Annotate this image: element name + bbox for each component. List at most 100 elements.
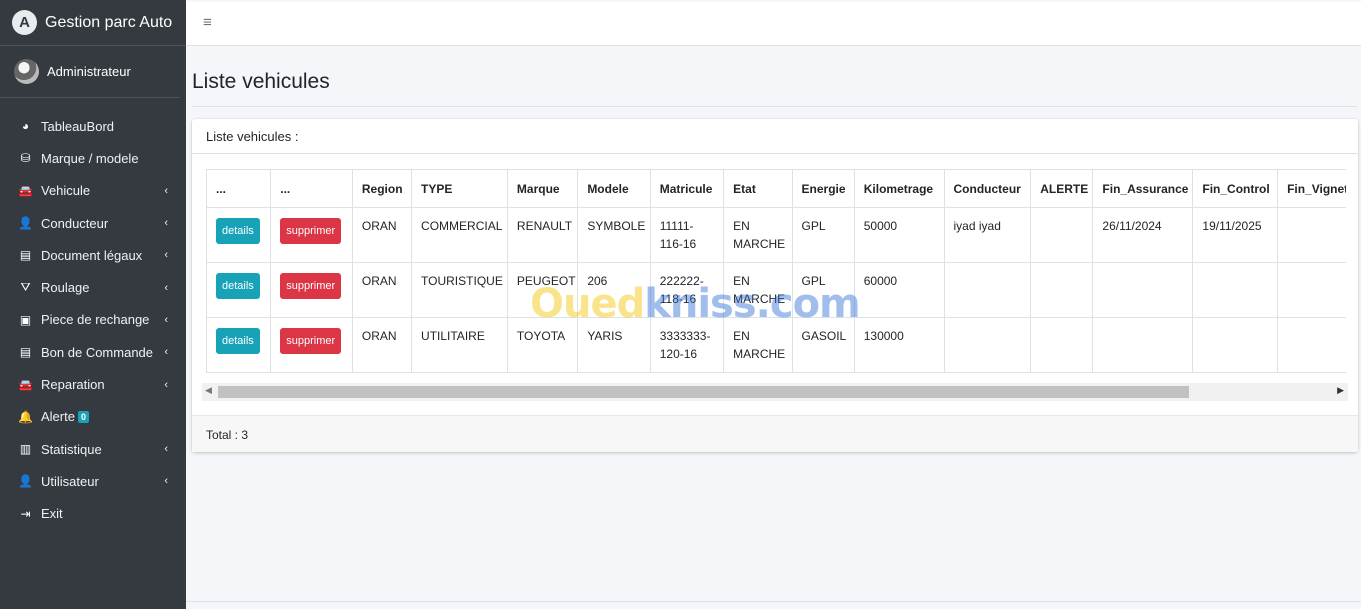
details-button[interactable]: details bbox=[216, 328, 260, 354]
bell-icon: 🔔 bbox=[18, 409, 33, 424]
column-header[interactable]: Region bbox=[351, 169, 413, 208]
sidebar: A Gestion parc Auto Administrateur ◕ Tabl… bbox=[0, 0, 186, 609]
cell-marque: RENAULT bbox=[506, 207, 579, 263]
column-header[interactable]: Fin_Control bbox=[1192, 169, 1279, 208]
sidebar-item-statistique[interactable]: ▥ Statistique ‹ bbox=[0, 433, 186, 465]
delete-button[interactable]: supprimer bbox=[280, 218, 342, 244]
road-icon: ⛛ bbox=[20, 280, 31, 295]
brand-link[interactable]: A Gestion parc Auto bbox=[0, 0, 186, 46]
table-row: details supprimer ORAN COMMERCIAL RENAULT SYM… bbox=[206, 207, 1346, 263]
menu-toggle-icon[interactable]: ≡ bbox=[203, 14, 212, 31]
tachometer-icon: ◕ bbox=[21, 119, 30, 134]
column-header[interactable]: Kilometrage bbox=[853, 169, 945, 208]
user-icon: 👤 bbox=[18, 474, 33, 489]
sidebar-item-exit[interactable]: ⇥ Exit bbox=[0, 498, 186, 530]
details-button[interactable]: details bbox=[216, 273, 260, 299]
cell-region: ORAN bbox=[351, 262, 413, 318]
user-icon: 👤 bbox=[18, 216, 33, 231]
sidebar-item-piece-de-rechange[interactable]: ▣ Piece de rechange ‹ bbox=[0, 304, 186, 336]
sidebar-item-label: Utilisateur bbox=[41, 473, 99, 489]
cell-conducteur bbox=[943, 262, 1032, 318]
cell-type: UTILITAIRE bbox=[411, 317, 508, 373]
horizontal-scrollbar[interactable]: ◀ ▶ bbox=[202, 383, 1348, 401]
chevron-left-icon: ‹ bbox=[164, 249, 168, 262]
column-header[interactable]: Conducteur bbox=[943, 169, 1032, 208]
file-icon: ▤ bbox=[19, 248, 32, 263]
cell-region: ORAN bbox=[351, 207, 413, 263]
column-header[interactable]: Modele bbox=[577, 169, 651, 208]
cell-conducteur: iyad iyad bbox=[943, 207, 1032, 263]
user-name: Administrateur bbox=[47, 64, 131, 79]
scroll-right-icon[interactable]: ▶ bbox=[1337, 385, 1344, 396]
user-panel[interactable]: Administrateur bbox=[0, 46, 180, 98]
database-icon: ⛁ bbox=[20, 151, 31, 166]
card-footer: Total : 3 bbox=[192, 415, 1358, 452]
table-cell: details bbox=[206, 262, 272, 318]
car-icon: 🚘 bbox=[18, 377, 33, 392]
chevron-left-icon: ‹ bbox=[164, 443, 168, 456]
car-icon: 🚘 bbox=[18, 183, 33, 198]
column-header[interactable]: ... bbox=[270, 169, 353, 208]
scrollbar-thumb[interactable] bbox=[218, 386, 1189, 398]
delete-button[interactable]: supprimer bbox=[280, 273, 342, 299]
cell-fin-assurance bbox=[1092, 262, 1194, 318]
avatar bbox=[14, 59, 39, 84]
column-header[interactable]: Matricule bbox=[649, 169, 725, 208]
chevron-left-icon: ‹ bbox=[164, 346, 168, 359]
cell-alerte bbox=[1030, 317, 1094, 373]
chevron-left-icon: ‹ bbox=[164, 475, 168, 488]
page-title: Liste vehicules bbox=[192, 70, 330, 93]
card-header: Liste vehicules : bbox=[192, 119, 1358, 154]
sidebar-item-label: Vehicule bbox=[41, 183, 91, 199]
watermark-logo: Ouedkniss.com bbox=[530, 281, 861, 327]
column-header[interactable]: Etat bbox=[723, 169, 793, 208]
details-button[interactable]: details bbox=[216, 218, 260, 244]
sidebar-item-utilisateur[interactable]: 👤 Utilisateur ‹ bbox=[0, 465, 186, 497]
cell-etat: EN MARCHE bbox=[723, 207, 793, 263]
footer-divider bbox=[186, 601, 1361, 602]
sidebar-item-label: Statistique bbox=[41, 441, 102, 457]
cell-type: TOURISTIQUE bbox=[411, 262, 508, 318]
brand-title: Gestion parc Auto bbox=[45, 13, 173, 31]
sidebar-item-reparation[interactable]: 🚘 Reparation ‹ bbox=[0, 368, 186, 400]
column-header[interactable]: ALERTE bbox=[1030, 169, 1094, 208]
delete-button[interactable]: supprimer bbox=[280, 328, 342, 354]
sidebar-item-bon-de-commande[interactable]: ▤ Bon de Commande ‹ bbox=[0, 336, 186, 368]
toolbox-icon: ▣ bbox=[19, 312, 32, 327]
divider bbox=[192, 106, 1357, 107]
sidebar-item-label: Document légaux bbox=[41, 247, 143, 263]
file-icon: ▤ bbox=[19, 345, 32, 360]
sidebar-item-document-l-gaux[interactable]: ▤ Document légaux ‹ bbox=[0, 239, 186, 271]
cell-alerte bbox=[1030, 207, 1094, 263]
cell-fin-control bbox=[1192, 317, 1279, 373]
alert-count-badge: 0 bbox=[77, 410, 89, 423]
sidebar-nav: ◕ TableauBord ⛁ Marque / modele 🚘 Vehicule ‹ 👤 C… bbox=[0, 98, 186, 530]
scroll-left-icon[interactable]: ◀ bbox=[205, 385, 212, 396]
sidebar-item-conducteur[interactable]: 👤 Conducteur ‹ bbox=[0, 207, 186, 239]
table-cell: supprimer bbox=[270, 317, 353, 373]
cell-fin-vignette bbox=[1277, 262, 1346, 318]
sidebar-item-label: Roulage bbox=[41, 280, 90, 296]
sidebar-item-label: Alerte bbox=[41, 409, 75, 425]
table-cell: details bbox=[206, 207, 272, 263]
cell-energie: GPL bbox=[791, 207, 855, 263]
sidebar-item-tableaubord[interactable]: ◕ TableauBord bbox=[0, 110, 186, 142]
cell-conducteur bbox=[943, 317, 1032, 373]
sidebar-item-roulage[interactable]: ⛛ Roulage ‹ bbox=[0, 271, 186, 303]
column-header[interactable]: Fin_Vignette bbox=[1277, 169, 1346, 208]
column-header[interactable]: ... bbox=[206, 169, 272, 208]
sidebar-item-label: Bon de Commande bbox=[41, 344, 154, 360]
cell-km: 60000 bbox=[853, 262, 945, 318]
sidebar-item-vehicule[interactable]: 🚘 Vehicule ‹ bbox=[0, 175, 186, 207]
cell-alerte bbox=[1030, 262, 1094, 318]
cell-fin-control: 19/11/2025 bbox=[1192, 207, 1279, 263]
column-header[interactable]: Fin_Assurance bbox=[1092, 169, 1194, 208]
column-header[interactable]: TYPE bbox=[411, 169, 508, 208]
sidebar-item-marque-modele[interactable]: ⛁ Marque / modele bbox=[0, 142, 186, 174]
chevron-left-icon: ‹ bbox=[164, 184, 168, 197]
sidebar-item-alerte[interactable]: 🔔 Alerte 0 bbox=[0, 401, 186, 433]
column-header[interactable]: Marque bbox=[506, 169, 579, 208]
sidebar-item-label: Marque / modele bbox=[41, 150, 139, 166]
column-header[interactable]: Energie bbox=[791, 169, 855, 208]
cell-fin-vignette bbox=[1277, 207, 1346, 263]
